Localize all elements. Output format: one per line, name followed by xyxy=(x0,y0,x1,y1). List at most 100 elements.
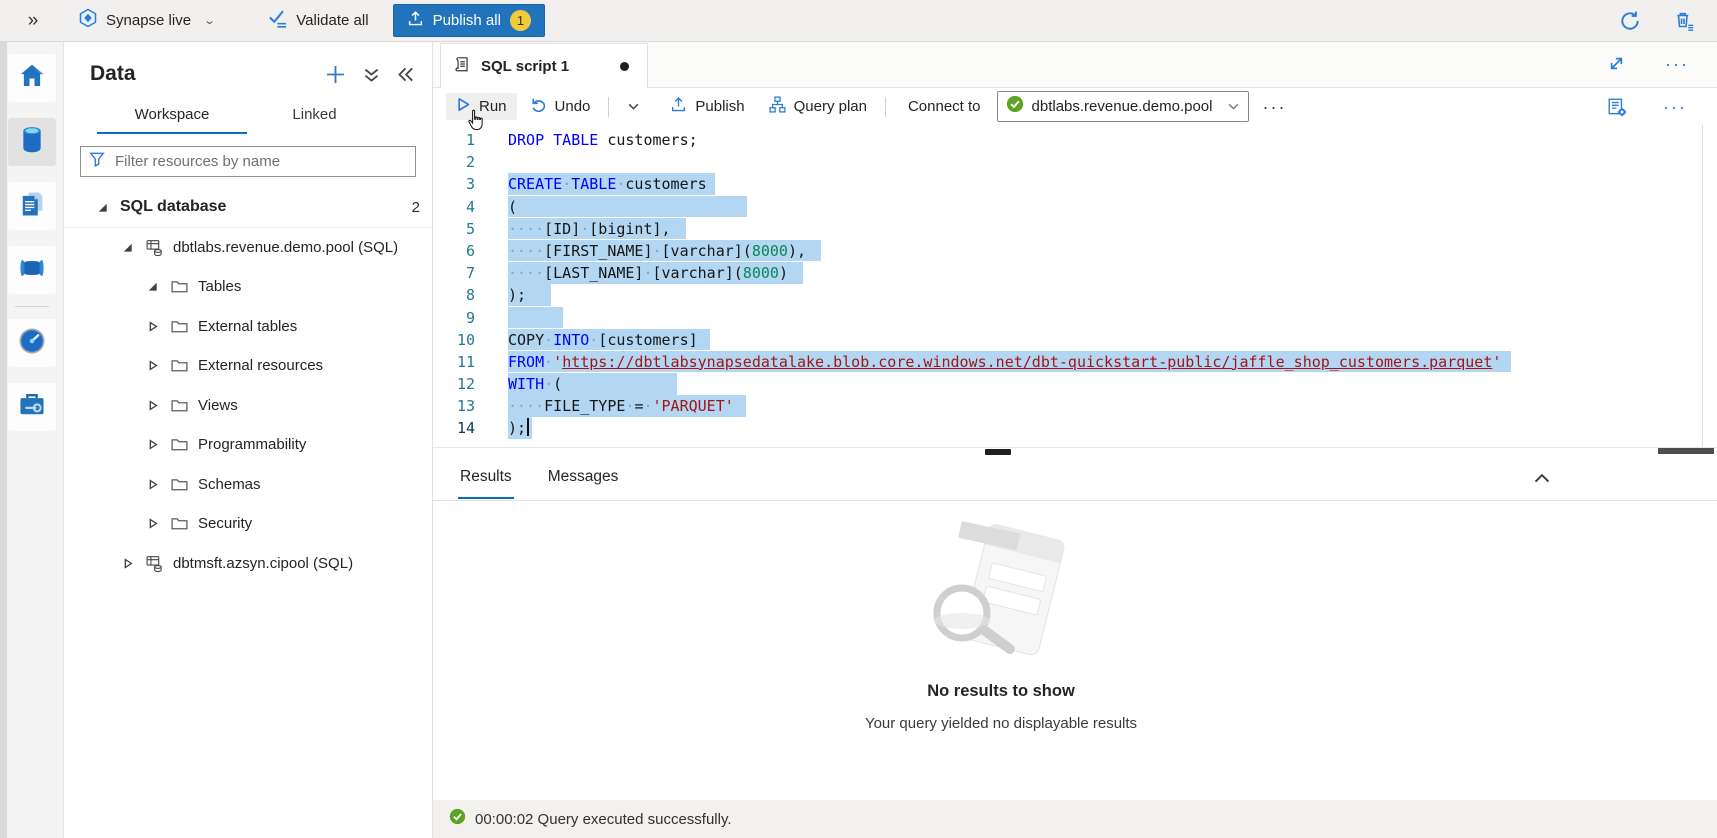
tab-messages[interactable]: Messages xyxy=(546,457,621,499)
results-panel: Results Messages xyxy=(433,455,1717,838)
run-button[interactable]: Run xyxy=(446,93,517,120)
code-line[interactable]: 4( xyxy=(433,196,1717,218)
collapse-results-icon[interactable] xyxy=(1533,470,1551,488)
tree-item[interactable]: Views xyxy=(64,386,432,426)
editor-more-icon[interactable]: ··· xyxy=(1653,102,1697,112)
code-line[interactable]: 7····[LAST_NAME]·[varchar](8000) xyxy=(433,262,1717,284)
line-number: 1 xyxy=(433,129,475,151)
refresh-icon[interactable] xyxy=(1619,10,1641,32)
code-line[interactable]: 14); xyxy=(433,417,1717,439)
toolbar-more-icon[interactable]: ··· xyxy=(1253,102,1297,112)
expand-rail-chevrons-icon[interactable]: » xyxy=(0,10,64,32)
nav-integrate[interactable] xyxy=(8,246,56,294)
nav-monitor[interactable] xyxy=(8,319,56,367)
tree-item[interactable]: dbtmsft.azsyn.cipool (SQL) xyxy=(64,544,432,584)
code-editor[interactable]: 1DROP TABLE customers;23CREATE·TABLE·cus… xyxy=(433,125,1717,447)
tree-item-label: dbtmsft.azsyn.cipool (SQL) xyxy=(173,555,353,572)
line-number: 5 xyxy=(433,218,475,240)
tree-item[interactable]: Schemas xyxy=(64,465,432,505)
folder-icon xyxy=(170,514,190,533)
code-line[interactable]: 13····FILE_TYPE·=·'PARQUET' xyxy=(433,395,1717,417)
tree-item-label: dbtlabs.revenue.demo.pool (SQL) xyxy=(173,239,398,256)
expand-arrow-icon[interactable] xyxy=(147,439,159,450)
toolbox-icon xyxy=(17,391,47,424)
tree-item[interactable]: Programmability xyxy=(64,425,432,465)
validate-all-label: Validate all xyxy=(296,12,368,29)
document-icon xyxy=(18,189,46,224)
code-line[interactable]: 8); xyxy=(433,284,1717,306)
expand-arrow-icon[interactable] xyxy=(122,558,134,569)
nav-develop[interactable] xyxy=(8,182,56,230)
tab-linked[interactable]: Linked xyxy=(247,98,382,134)
code-line[interactable]: 11FROM·'https://dbtlabsynapsedatalake.bl… xyxy=(433,351,1717,373)
publish-button[interactable]: Publish xyxy=(660,92,754,121)
line-number: 3 xyxy=(433,173,475,195)
code-line[interactable]: 9 xyxy=(433,307,1717,329)
mode-label: Synapse live xyxy=(106,12,191,29)
collapse-arrow-icon[interactable] xyxy=(97,202,109,213)
nav-home[interactable] xyxy=(8,54,56,102)
tree-item[interactable]: External tables xyxy=(64,307,432,347)
code-line[interactable]: 5····[ID]·[bigint], xyxy=(433,218,1717,240)
nav-manage[interactable] xyxy=(8,383,56,431)
publish-all-button[interactable]: Publish all 1 xyxy=(393,4,545,37)
line-number: 6 xyxy=(433,240,475,262)
script-properties-icon[interactable] xyxy=(1607,97,1627,117)
tree-item-label: Schemas xyxy=(198,476,261,493)
code-line[interactable]: 3CREATE·TABLE·customers xyxy=(433,173,1717,195)
expand-arrow-icon[interactable] xyxy=(147,518,159,529)
tree-item[interactable]: External resources xyxy=(64,346,432,386)
tab-results[interactable]: Results xyxy=(458,457,514,499)
tree-item[interactable]: SQL database2 xyxy=(64,188,432,228)
query-plan-button[interactable]: Query plan xyxy=(759,92,877,121)
undo-redo-dropdown[interactable] xyxy=(617,96,650,117)
pool-status-success-icon xyxy=(1006,95,1024,118)
tree-item[interactable]: Security xyxy=(64,504,432,544)
editor-scrollbar-track[interactable] xyxy=(1702,125,1703,447)
undo-button[interactable]: Undo xyxy=(521,93,601,121)
pool-select[interactable]: dbtlabs.revenue.demo.pool xyxy=(997,91,1249,122)
expand-arrow-icon[interactable] xyxy=(147,479,159,490)
resource-tree: SQL database2 dbtlabs.revenue.demo.pool (… xyxy=(64,188,432,583)
code-line[interactable]: 12WITH·( xyxy=(433,373,1717,395)
data-panel-tabs: Workspace Linked xyxy=(64,98,432,134)
editor-toolbar: Run Undo Publish xyxy=(433,88,1717,125)
collapse-all-icon[interactable] xyxy=(363,66,380,83)
collapse-panel-icon[interactable] xyxy=(397,66,414,83)
synapse-studio-window: » Synapse live ⌄ Validate all Publish al… xyxy=(0,0,1717,838)
discard-all-icon[interactable] xyxy=(1673,10,1695,32)
no-results-illustration xyxy=(894,515,1109,665)
tree-item-label: Views xyxy=(198,397,238,414)
code-line[interactable]: 2 xyxy=(433,151,1717,173)
tree-item[interactable]: Tables xyxy=(64,267,432,307)
empty-results-subtitle: Your query yielded no displayable result… xyxy=(865,715,1137,732)
undo-label: Undo xyxy=(555,98,591,115)
expand-arrow-icon[interactable] xyxy=(147,400,159,411)
results-body: No results to show Your query yielded no… xyxy=(433,501,1717,800)
tab-workspace[interactable]: Workspace xyxy=(97,98,247,134)
validate-all-button[interactable]: Validate all xyxy=(254,8,382,33)
tree-item[interactable]: dbtlabs.revenue.demo.pool (SQL) xyxy=(64,228,432,268)
nav-data[interactable] xyxy=(8,118,56,166)
folder-icon xyxy=(170,356,190,375)
expand-arrow-icon[interactable] xyxy=(147,321,159,332)
sql-script-icon xyxy=(453,55,471,78)
expand-arrow-icon[interactable] xyxy=(147,360,159,371)
line-number: 8 xyxy=(433,284,475,306)
code-line[interactable]: 1DROP TABLE customers; xyxy=(433,129,1717,151)
code-line[interactable]: 6····[FIRST_NAME]·[varchar](8000), xyxy=(433,240,1717,262)
tab-more-icon[interactable]: ··· xyxy=(1655,59,1699,69)
folder-icon xyxy=(170,475,190,494)
mode-switcher[interactable]: Synapse live ⌄ xyxy=(64,8,228,33)
horizontal-scrollbar-thumb[interactable] xyxy=(1658,448,1714,454)
expand-editor-icon[interactable] xyxy=(1608,55,1625,72)
main-pane: SQL script 1 ··· Run xyxy=(433,42,1717,838)
database-icon xyxy=(145,238,165,257)
tab-sql-script-1[interactable]: SQL script 1 xyxy=(440,43,648,88)
add-resource-icon[interactable] xyxy=(325,64,346,85)
collapse-arrow-icon[interactable] xyxy=(147,281,159,292)
line-number: 10 xyxy=(433,329,475,351)
filter-input[interactable] xyxy=(113,152,407,171)
code-line[interactable]: 10COPY·INTO·[customers] xyxy=(433,329,1717,351)
collapse-arrow-icon[interactable] xyxy=(122,242,134,253)
